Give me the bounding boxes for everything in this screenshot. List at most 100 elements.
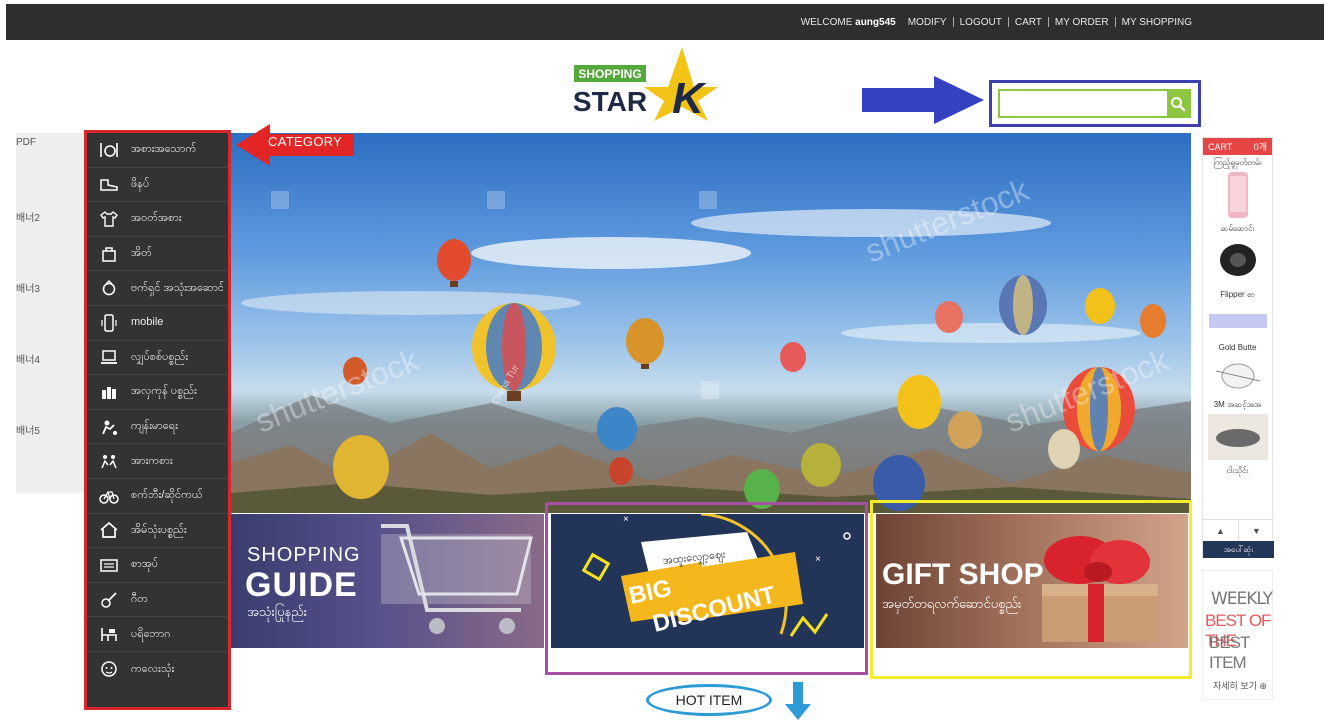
logo-line2: STAR xyxy=(573,86,647,117)
banner4-link[interactable]: 배너4 xyxy=(16,351,40,366)
gift-shop-banner[interactable]: GIFT SHOP အမှတ်တရလက်ဆောင်ပစ္စည်း xyxy=(876,514,1188,648)
bicycle-icon xyxy=(97,486,121,506)
category-item-health[interactable]: ကျန်းမာရေး xyxy=(87,410,228,445)
bag-icon xyxy=(97,244,121,264)
tape-icon xyxy=(1208,314,1267,328)
scroll-top-button[interactable]: အပေါ်ဆုံး xyxy=(1203,541,1274,558)
product-label: ဆမ်ဆောင်း xyxy=(1220,224,1255,233)
category-label: အိမ်သုံးပစ္စည်း xyxy=(131,523,187,536)
product-thumbnail[interactable] xyxy=(1203,169,1272,221)
dining-icon xyxy=(97,140,121,160)
left-banner-links: PDF 배너2 배너3 배너4 배너5 xyxy=(16,133,86,493)
modify-link[interactable]: MODIFY xyxy=(902,17,953,28)
category-item-furniture[interactable]: ပရိဘောဂ xyxy=(87,617,228,652)
category-label: ကလေးသုံး xyxy=(131,662,175,675)
category-label: အလှကုန် ပစ္စည်း xyxy=(131,385,197,398)
category-item-accessories[interactable]: ဗက်ရှင် အသုံးအဆောင် xyxy=(87,271,228,306)
shoe-icon xyxy=(97,174,121,194)
respirator-icon xyxy=(1215,363,1260,389)
cosmetics-icon xyxy=(97,382,121,402)
banner3-link[interactable]: 배너3 xyxy=(16,280,40,295)
search-annotation-frame xyxy=(989,80,1201,127)
my-order-link[interactable]: MY ORDER xyxy=(1049,17,1115,28)
cart-link[interactable]: CART xyxy=(1009,17,1048,28)
gift-line1: GIFT SHOP xyxy=(882,558,1044,591)
category-label: ဖိနပ် xyxy=(131,177,150,190)
category-label: စာအုပ် xyxy=(131,558,159,571)
product-label: Gold Butte xyxy=(1218,343,1257,352)
category-item-baby[interactable]: ကလေးသုံး xyxy=(87,652,228,687)
search-box xyxy=(998,89,1191,118)
phone-icon xyxy=(1227,172,1248,218)
category-item-cosmetics[interactable]: အလှကုန် ပစ္စည်း xyxy=(87,375,228,410)
more-label: 자세히 보기 xyxy=(1213,681,1257,691)
category-item-sports[interactable]: အားကစား xyxy=(87,444,228,479)
product-label: Flipper စာ xyxy=(1220,290,1255,299)
logo-line1: SHOPPING xyxy=(578,67,641,81)
category-label: ပရိဘောဂ xyxy=(131,627,171,640)
weekly-more-link[interactable]: 자세히 보기 ⊕ xyxy=(1213,679,1267,692)
blue-arrow-annotation xyxy=(862,76,984,124)
category-item-music[interactable]: ဂီတ xyxy=(87,583,228,618)
furniture-icon xyxy=(97,624,121,644)
username: aung545 xyxy=(855,16,896,28)
logout-link[interactable]: LOGOUT xyxy=(954,17,1008,28)
weekly-line1: WEEKLY xyxy=(1211,589,1273,609)
welcome-label: WELCOME xyxy=(800,16,853,28)
product-thumbnail[interactable] xyxy=(1203,301,1272,341)
cart-title: CART xyxy=(1208,141,1233,152)
top-nav-bar: WELCOME aung545 MODIFY LOGOUT CART MY OR… xyxy=(6,4,1324,40)
product-label: 3M အဆင့်အအ xyxy=(1213,400,1262,409)
logo-mark: K xyxy=(672,74,707,121)
category-label: ဂီတ xyxy=(131,593,148,606)
category-item-books[interactable]: စာအုပ် xyxy=(87,548,228,583)
search-button[interactable] xyxy=(1167,91,1189,116)
category-label: အားကစား xyxy=(131,454,173,467)
category-item-electronics[interactable]: လျှပ်စစ်ပစ္စည်း xyxy=(87,341,228,376)
fish-icon xyxy=(1207,414,1268,460)
product-thumbnail[interactable] xyxy=(1203,235,1272,287)
down-arrow-icon xyxy=(785,682,811,720)
category-item-food[interactable]: အစားအသောက် xyxy=(87,133,228,168)
health-icon xyxy=(97,417,121,437)
shopping-star-logo[interactable]: SHOPPING STAR K xyxy=(570,45,720,121)
my-shopping-link[interactable]: MY SHOPPING xyxy=(1116,17,1198,28)
category-item-clothes[interactable]: အဝတ်အစား xyxy=(87,202,228,237)
category-item-shoes[interactable]: ဖိနပ် xyxy=(87,168,228,203)
recently-viewed-label: ကြည့်ရှုမှတ်တမ်း xyxy=(1213,158,1262,167)
category-item-mobile[interactable]: mobile xyxy=(87,306,228,341)
weekly-best-banner[interactable]: WEEKLY BEST OF THE BEST ITEM 자세히 보기 ⊕ xyxy=(1202,570,1273,700)
weekly-line3: BEST ITEM xyxy=(1209,633,1250,672)
hero-banner[interactable]: shutterstock shutterstock shutterstock O… xyxy=(231,133,1191,513)
product-thumbnail[interactable] xyxy=(1203,355,1272,397)
svg-text:×: × xyxy=(623,514,629,525)
search-input[interactable] xyxy=(1000,91,1167,116)
category-item-household[interactable]: အိမ်သုံးပစ္စည်း xyxy=(87,514,228,549)
book-icon xyxy=(97,555,121,575)
product-thumbnail[interactable] xyxy=(1203,411,1272,463)
banner2-link[interactable]: 배너2 xyxy=(16,209,40,224)
category-label: mobile xyxy=(131,316,164,329)
category-item-bags[interactable]: အိတ် xyxy=(87,237,228,272)
mobile-icon xyxy=(97,313,121,333)
cart-header[interactable]: CART 0개 xyxy=(1203,138,1272,155)
welcome-text: WELCOME aung545 xyxy=(795,17,902,28)
hot-item-label: HOT ITEM xyxy=(646,684,772,716)
sports-icon xyxy=(97,451,121,471)
shirt-icon xyxy=(97,209,121,229)
cart-prev-button[interactable]: ▲ xyxy=(1203,520,1239,541)
category-label: အိတ် xyxy=(131,247,152,260)
guide-line2: GUIDE xyxy=(245,566,358,604)
banner5-link[interactable]: 배너5 xyxy=(16,422,40,437)
category-label: ဗက်ရှင် အသုံးအဆောင် xyxy=(131,281,224,294)
pdf-link[interactable]: PDF xyxy=(16,137,36,148)
discount-graphic: × × အထူးလျှော့ဈေး BIG DISCOUNT xyxy=(581,514,851,638)
mask-icon xyxy=(1219,244,1256,276)
cart-next-button[interactable]: ▼ xyxy=(1239,520,1274,541)
cart-pager: ▲ ▼ xyxy=(1203,519,1274,541)
product-label: ငါးသိုင်း xyxy=(1226,466,1249,475)
big-discount-banner[interactable]: × × အထူးလျှော့ဈေး BIG DISCOUNT xyxy=(551,514,864,648)
shopping-guide-banner[interactable]: SHOPPING GUIDE အသုံးပြုနည်း xyxy=(231,514,544,648)
category-item-bicycle[interactable]: စက်ဘီး/ဆိုင်ကယ် xyxy=(87,479,228,514)
svg-text:×: × xyxy=(815,554,821,565)
